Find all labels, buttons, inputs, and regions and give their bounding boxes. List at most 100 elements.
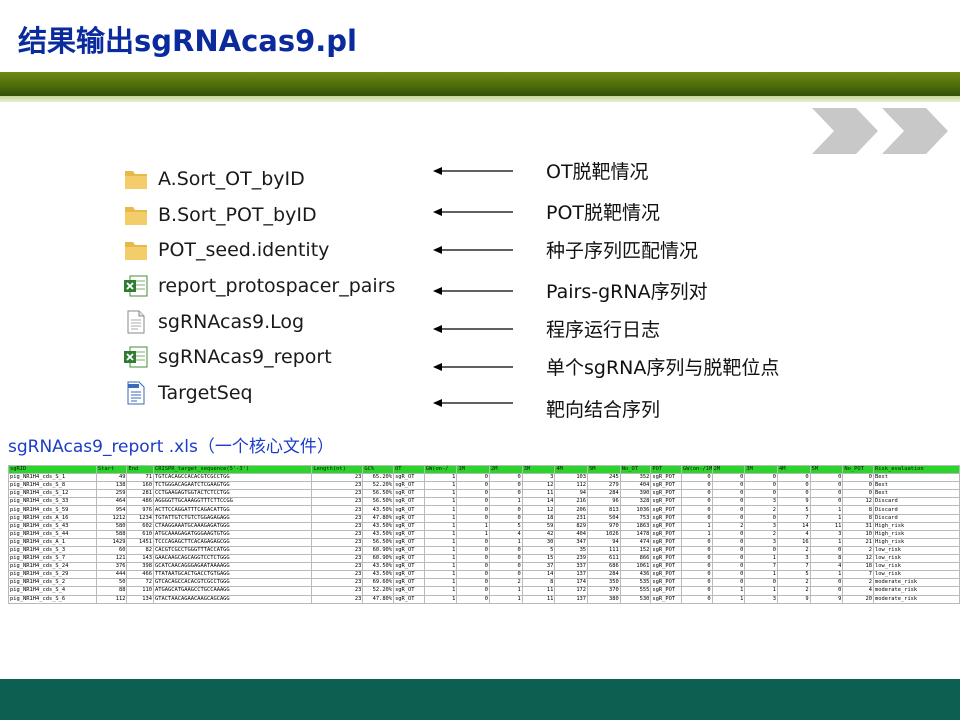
table-cell: 1061	[619, 562, 652, 572]
table-cell: 21	[842, 537, 874, 547]
table-cell: 11	[521, 586, 556, 596]
column-header: OT	[393, 465, 425, 475]
table-cell: 12	[521, 481, 556, 491]
table-cell: 14	[521, 570, 556, 580]
table-cell: 5	[521, 545, 556, 556]
table-cell: 1	[423, 521, 458, 531]
table-cell: 0	[711, 473, 746, 483]
table-cell: 31	[842, 521, 874, 531]
file-item[interactable]: sgRNAcas9_report	[123, 342, 332, 372]
table-cell: GTCACAGCCACACGTCGCCTGGG	[153, 578, 313, 588]
table-cell: 23	[311, 562, 364, 572]
table-cell: 1	[423, 529, 458, 539]
file-item[interactable]: TargetSeq	[123, 378, 253, 408]
table-cell: 0	[681, 481, 713, 491]
table-cell: 0	[489, 505, 523, 515]
table-cell: Discard	[872, 497, 960, 507]
table-cell: 0	[681, 545, 713, 556]
table-cell: 0	[456, 545, 491, 556]
table-cell: 486	[126, 497, 155, 507]
table-cell: 23	[311, 529, 364, 539]
file-item[interactable]: B.Sort_POT_byID	[123, 200, 317, 230]
table-cell: 0	[681, 505, 713, 515]
table-cell: 3	[521, 473, 556, 483]
table-cell: 0	[489, 481, 523, 491]
table-cell: TGTATTGTCTGTCTGGAGAGAGG	[153, 513, 313, 523]
table-cell: 530	[619, 594, 652, 604]
file-item[interactable]: POT_seed.identity	[123, 235, 329, 265]
table-cell: 1863	[619, 521, 652, 531]
table-cell: 281	[126, 489, 155, 499]
table-cell: 1451	[126, 537, 155, 547]
table-cell: sgR_POT	[650, 513, 683, 523]
table-row: pig_NR1H4_cds_S_1 49 71 TGTCACAGCCACACGTCGC…	[8, 473, 960, 483]
table-cell: 866	[619, 554, 652, 564]
file-item[interactable]: report_protospacer_pairs	[123, 271, 395, 301]
table-cell: GTACTAACAGAACAAGCAGCAGG	[153, 594, 313, 604]
table-row: pig_NR1H4_cds_S_4 88 110 ATGAGCATGAAGCCTGCC…	[8, 586, 960, 596]
table-cell: 1	[456, 529, 491, 539]
file-item[interactable]: A.Sort_OT_byID	[123, 164, 305, 194]
table-cell: 216	[554, 497, 589, 507]
table-cell: pig_NR1H4_cds_S_7	[8, 554, 97, 564]
table-cell: pig_NR1H4_cds_S_4	[8, 586, 97, 596]
table-cell: Discard	[872, 513, 960, 523]
table-cell: CCTGAAGAGTGGTACTCTCCTGG	[153, 489, 313, 499]
table-cell: 245	[587, 473, 621, 483]
table-cell: TCCCAGAGCTTCACAGAGAGCGG	[153, 537, 313, 547]
file-item[interactable]: sgRNAcas9.Log	[123, 307, 304, 337]
table-cell: 504	[587, 513, 621, 523]
column-header: Length(nt)	[311, 465, 364, 475]
table-cell: 436	[619, 570, 652, 580]
table-cell: 0	[842, 473, 874, 483]
table-cell: TCTGGGACAGAATCTCGAAGTGG	[153, 481, 313, 491]
table-row: pig_NR1H4_cds_S_29 444 466 TTATAATGCACTGACC…	[8, 570, 960, 580]
table-cell: pig_NR1H4_cds_S_1	[8, 473, 97, 483]
table-cell: 2	[744, 505, 778, 515]
table-cell: 0	[456, 554, 491, 564]
table-cell: 0	[456, 537, 491, 547]
column-header: GW(on-/	[423, 465, 458, 475]
table-cell: 284	[587, 489, 621, 499]
file-description: Pairs-gRNA序列对	[546, 281, 708, 303]
table-cell: sgR_OT	[393, 489, 425, 499]
table-cell: 0	[711, 570, 746, 580]
table-cell: 0	[489, 545, 523, 556]
excel-icon	[124, 346, 148, 368]
table-cell: 11	[809, 521, 844, 531]
table-cell: CTAAGGAAATGCAAAGAGATGGG	[153, 521, 313, 531]
table-cell: 0	[681, 586, 713, 596]
table-row: pig_NR1H4_cds_S_44 588 610 ATGCAAAGAGATGGGA…	[8, 529, 960, 539]
table-cell: 328	[619, 497, 652, 507]
table-cell: 610	[126, 529, 155, 539]
footer-band	[0, 679, 960, 720]
table-cell: sgR_POT	[650, 497, 683, 507]
table-cell: 0	[777, 473, 811, 483]
table-cell: 56.50%	[362, 497, 395, 507]
table-cell: 9	[777, 594, 811, 604]
table-cell: 466	[126, 570, 155, 580]
table-cell: Best	[872, 473, 960, 483]
table-cell: 60.90%	[362, 554, 395, 564]
table-row: pig_NR1H4_cds_S_33 464 486 AGGGGTTGCAAAGGTT…	[8, 497, 960, 507]
column-header: 2M	[489, 465, 523, 475]
table-row: pig_NR1H4_cds_S_43 580 602 CTAAGGAAATGCAAAG…	[8, 521, 960, 531]
column-header: GW(on-/1M	[681, 465, 713, 475]
table-cell: 1	[423, 489, 458, 499]
file-listing: A.Sort_OT_byID B.Sort_POT_byID POT_seed.…	[105, 140, 457, 430]
column-header: sgRID	[8, 465, 97, 475]
arrow-left-icon	[433, 287, 513, 295]
table-cell: 535	[619, 578, 652, 588]
table-cell: 23	[311, 489, 364, 499]
table-cell: sgR_POT	[650, 537, 683, 547]
table-row: pig_NR1H4_cds_S_24 376 398 GCATCAACAGGGAGAA…	[8, 562, 960, 572]
table-cell: 8	[842, 513, 874, 523]
table-cell: 1	[456, 521, 491, 531]
table-cell: 0	[456, 562, 491, 572]
table-cell: 174	[554, 578, 589, 588]
table-row: pig_NR1H4_cds_S_59 954 976 ACTTCCAGGATTTCAG…	[8, 505, 960, 515]
table-cell: TTATAATGCACTGACCTGTGAGG	[153, 570, 313, 580]
table-cell: 2	[777, 578, 811, 588]
table-cell: 1	[489, 537, 523, 547]
table-cell: pig_NR1H4_cds_S_43	[8, 521, 97, 531]
